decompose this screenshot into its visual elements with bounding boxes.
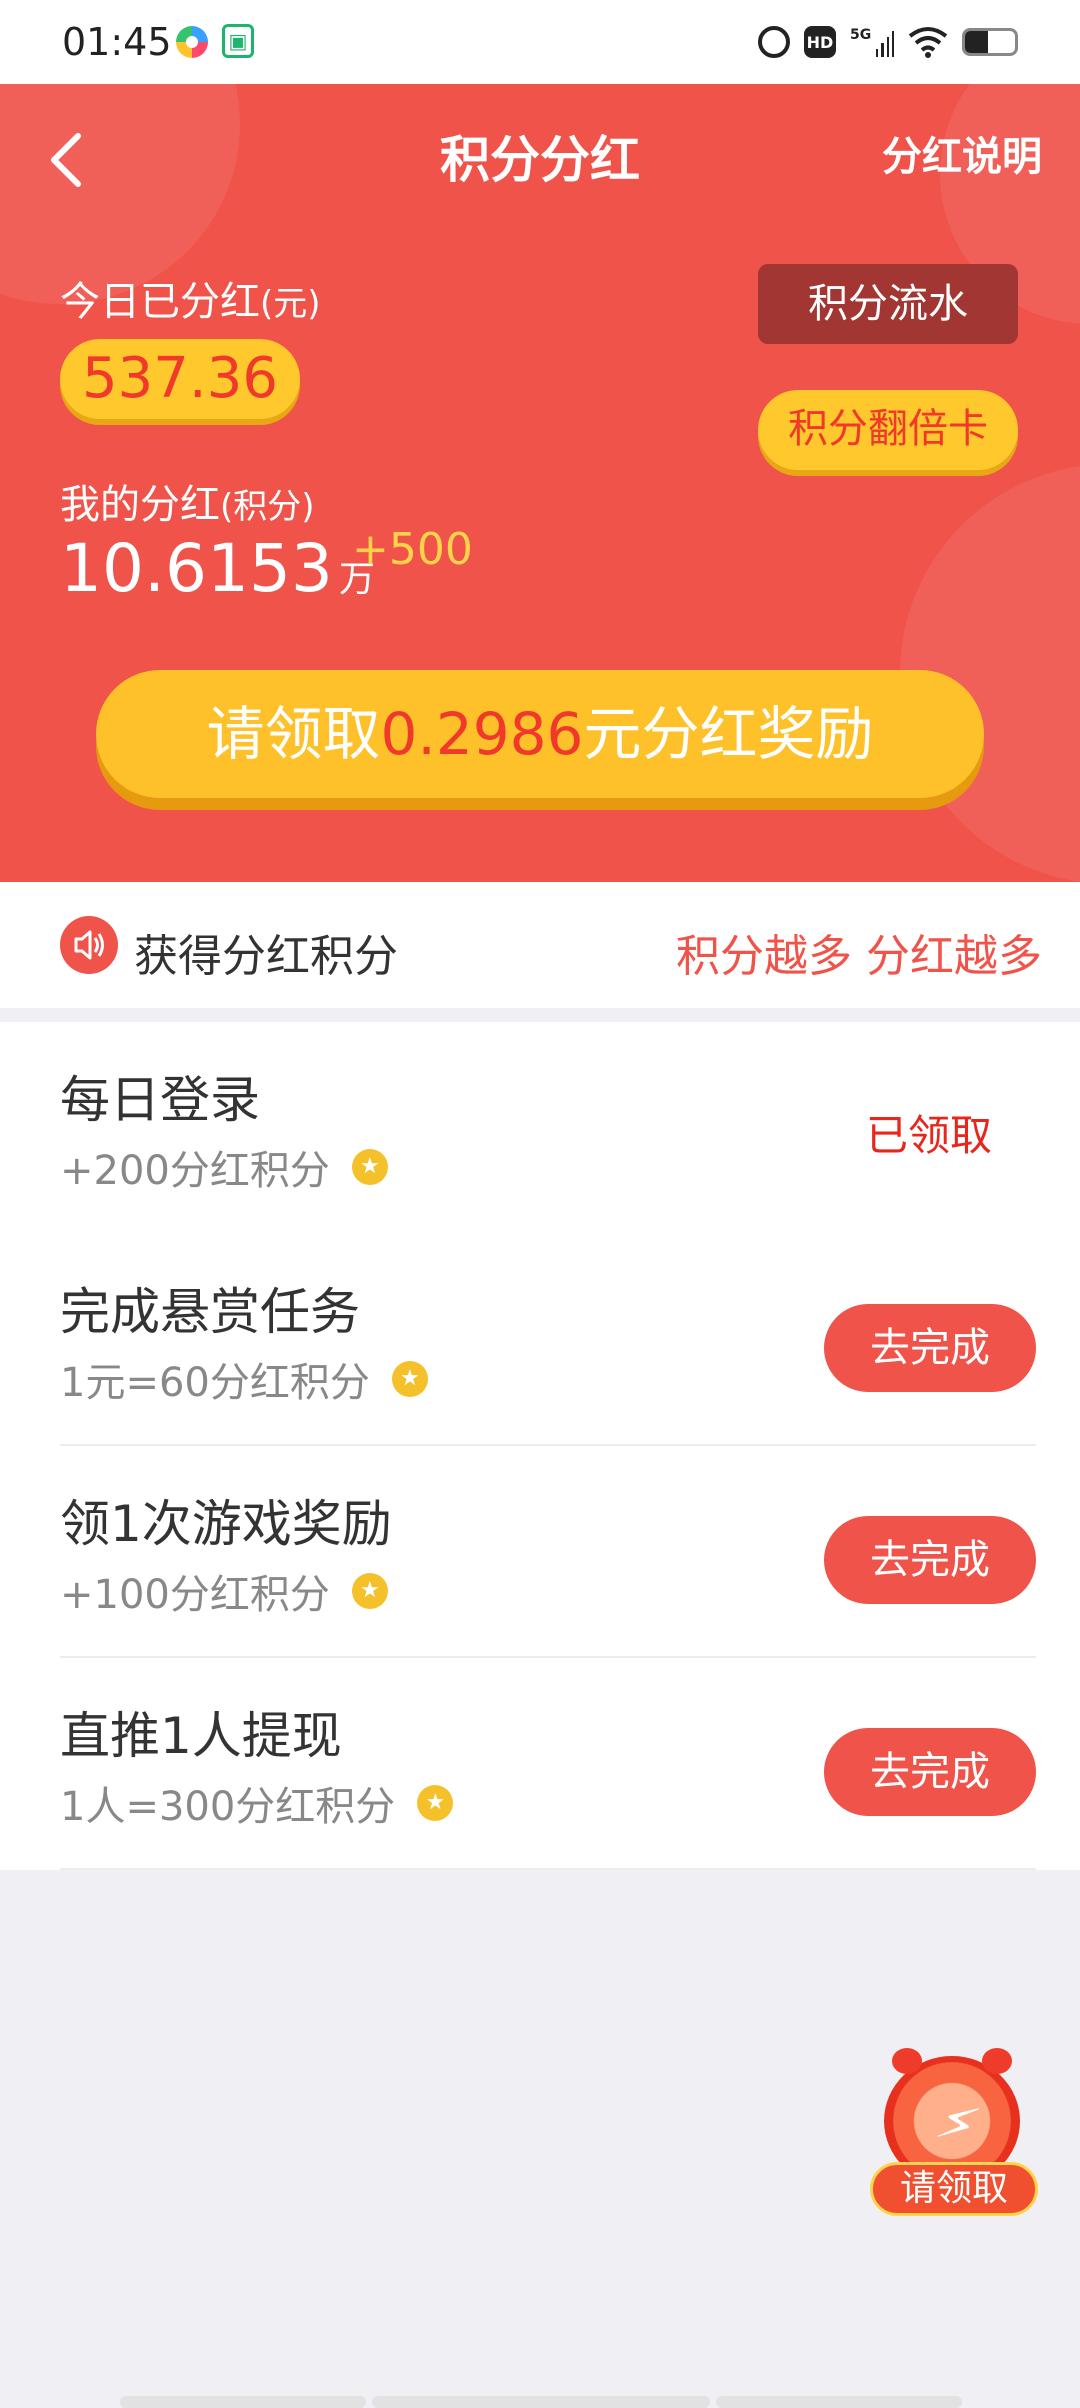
floating-claim-widget[interactable]: ⚡ 请领取 bbox=[870, 2048, 1040, 2220]
header-panel: 积分分红 分红说明 今日已分红(元) 537.36 积分流水 积分翻倍卡 我的分… bbox=[0, 84, 1080, 882]
star-coin-icon bbox=[391, 1361, 428, 1397]
task-title: 直推1人提现 bbox=[60, 1707, 342, 1765]
points-history-button[interactable]: 积分流水 bbox=[758, 264, 1018, 344]
section-title: 获得分红积分 bbox=[134, 931, 398, 982]
task-reward-text: 1人=300分红积分 bbox=[60, 1784, 396, 1830]
bottom-bar-hint bbox=[120, 2396, 366, 2408]
bottom-bar-hint bbox=[372, 2396, 710, 2408]
today-dividend-value: 537.36 bbox=[60, 339, 300, 419]
task-reward: +200分红积分 bbox=[60, 1138, 388, 1196]
points-double-card-button[interactable]: 积分翻倍卡 bbox=[758, 390, 1018, 470]
my-dividend-value: 10.6153 万 bbox=[60, 530, 375, 607]
battery-icon bbox=[962, 28, 1018, 56]
task-reward: 1人=300分红积分 bbox=[60, 1774, 454, 1832]
claim-amount: 0.2986 bbox=[380, 700, 584, 768]
my-dividend-number: 10.6153 bbox=[60, 530, 333, 607]
task-go-complete-button[interactable]: 去完成 bbox=[824, 1728, 1036, 1816]
alarm-icon bbox=[758, 26, 790, 58]
task-title: 领1次游戏奖励 bbox=[60, 1495, 392, 1553]
task-reward: 1元=60分红积分 bbox=[60, 1350, 428, 1408]
task-title: 每日登录 bbox=[60, 1071, 260, 1129]
status-time: 01:45 bbox=[62, 20, 172, 64]
task-reward-text: +200分红积分 bbox=[60, 1148, 330, 1194]
my-dividend-unit: (积分) bbox=[220, 487, 315, 527]
task-go-complete-button[interactable]: 去完成 bbox=[824, 1304, 1036, 1392]
task-referral-withdraw: 直推1人提现 1人=300分红积分 去完成 bbox=[60, 1658, 1036, 1870]
today-dividend-label: 今日已分红(元) bbox=[60, 269, 321, 327]
hd-icon: HD bbox=[804, 26, 836, 58]
task-title: 完成悬赏任务 bbox=[60, 1283, 360, 1341]
today-dividend-unit: (元) bbox=[260, 284, 321, 324]
floating-claim-label: 请领取 bbox=[870, 2162, 1038, 2216]
task-game-reward: 领1次游戏奖励 +100分红积分 去完成 bbox=[60, 1446, 1036, 1658]
app-icon-green: ▣ bbox=[222, 24, 254, 58]
claim-suffix: 元分红奖励 bbox=[583, 700, 874, 768]
bottom-bar-hint bbox=[716, 2396, 962, 2408]
task-claimed-status: 已领取 bbox=[865, 1111, 992, 1160]
my-dividend-label-text: 我的分红 bbox=[60, 482, 220, 528]
divider bbox=[60, 1868, 1036, 1870]
wifi-icon bbox=[908, 26, 948, 58]
app-icon-colorful bbox=[176, 26, 208, 58]
claim-prefix: 请领取 bbox=[206, 700, 381, 768]
task-daily-login: 每日登录 +200分红积分 已领取 bbox=[60, 1022, 1036, 1234]
claim-dividend-button[interactable]: 请领取0.2986元分红奖励 bbox=[96, 670, 984, 798]
task-bounty: 完成悬赏任务 1元=60分红积分 去完成 bbox=[60, 1234, 1036, 1446]
my-dividend-label: 我的分红(积分) bbox=[60, 472, 315, 530]
status-icons: HD 5G bbox=[758, 22, 1018, 62]
earn-points-section-header: 获得分红积分 积分越多 分红越多 bbox=[0, 882, 1080, 1008]
task-go-complete-button[interactable]: 去完成 bbox=[824, 1516, 1036, 1604]
star-coin-icon bbox=[351, 1149, 388, 1185]
task-reward-text: +100分红积分 bbox=[60, 1572, 330, 1618]
status-bar: 01:45 ▣ HD 5G bbox=[0, 0, 1080, 84]
dividend-explanation-link[interactable]: 分红说明 bbox=[882, 124, 1042, 182]
task-list: 每日登录 +200分红积分 已领取 完成悬赏任务 1元=60分红积分 去完成 领… bbox=[0, 1022, 1080, 1870]
section-slogan: 积分越多 分红越多 bbox=[676, 931, 1042, 982]
task-reward-text: 1元=60分红积分 bbox=[60, 1360, 370, 1406]
task-reward: +100分红积分 bbox=[60, 1562, 388, 1620]
star-coin-icon bbox=[351, 1573, 388, 1609]
my-dividend-increment: +500 bbox=[352, 524, 473, 575]
network-type: 5G bbox=[850, 27, 872, 43]
signal-5g-icon: 5G bbox=[850, 27, 894, 57]
star-coin-icon bbox=[417, 1785, 454, 1821]
today-dividend-label-text: 今日已分红 bbox=[60, 279, 260, 325]
speaker-icon bbox=[60, 916, 118, 974]
